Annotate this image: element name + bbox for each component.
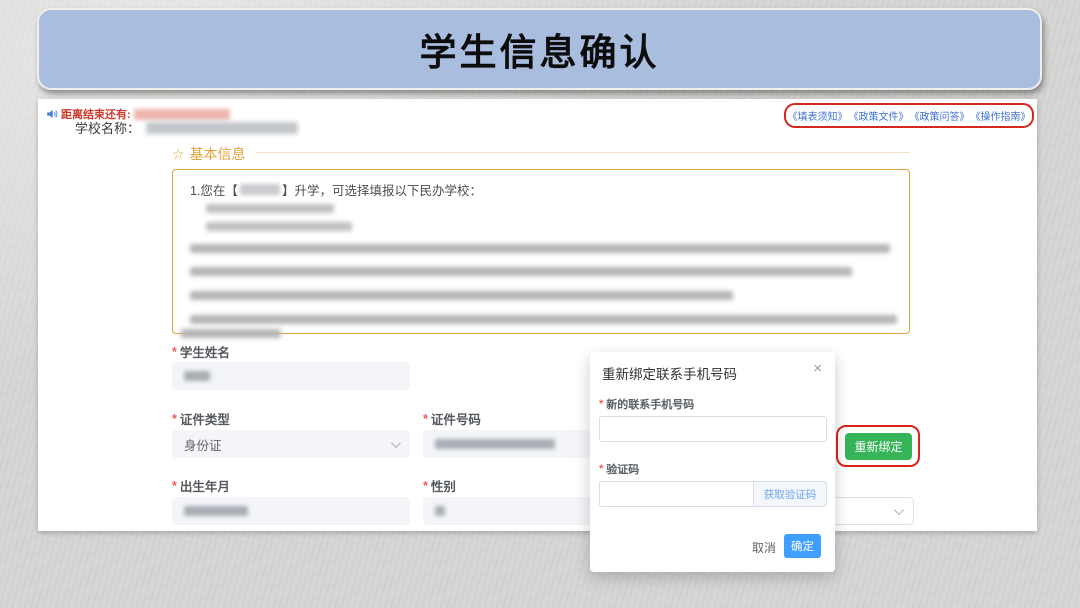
form-page: 距离结束还有: 学校名称： 《填表须知》 《政策文件》 《政策问答》 《操作指南… bbox=[38, 99, 1037, 531]
link-policy-documents[interactable]: 《政策文件》 bbox=[849, 108, 909, 123]
redacted-notice-line bbox=[206, 204, 334, 213]
captcha-input[interactable] bbox=[599, 481, 754, 507]
new-phone-label: * 新的联系手机号码 bbox=[599, 398, 695, 411]
redacted-gender bbox=[435, 506, 445, 516]
id-type-select[interactable]: 身份证 bbox=[172, 430, 410, 458]
get-captcha-button[interactable]: 获取验证码 bbox=[754, 481, 827, 507]
rebind-button[interactable]: 重新绑定 bbox=[845, 433, 912, 460]
captcha-label: * 验证码 bbox=[599, 463, 640, 476]
link-policy-qa[interactable]: 《政策问答》 bbox=[910, 108, 970, 123]
section-title-basic-info: ☆ 基本信息 bbox=[172, 144, 246, 164]
redacted-notice-line bbox=[190, 315, 897, 324]
required-asterisk: * bbox=[423, 411, 428, 426]
rebind-phone-modal: 重新绑定联系手机号码 × * 新的联系手机号码 * 验证码 获取验证码 取消 确… bbox=[590, 352, 835, 572]
confirm-button[interactable]: 确定 bbox=[784, 534, 821, 558]
speaker-icon bbox=[46, 108, 58, 120]
required-asterisk: * bbox=[172, 411, 177, 426]
student-name-label: * 学生姓名 bbox=[172, 344, 230, 361]
section-title-text: 基本信息 bbox=[189, 146, 246, 162]
required-asterisk: * bbox=[423, 478, 428, 493]
redacted-birth-date bbox=[184, 506, 248, 516]
id-number-label: * 证件号码 bbox=[423, 411, 481, 428]
star-icon: ☆ bbox=[172, 145, 185, 162]
birth-date-label: * 出生年月 bbox=[172, 478, 230, 495]
link-operation-guide[interactable]: 《操作指南》 bbox=[971, 108, 1031, 123]
student-name-input[interactable] bbox=[172, 362, 410, 390]
chevron-down-icon bbox=[893, 504, 904, 515]
required-asterisk: * bbox=[172, 344, 177, 359]
chevron-down-icon bbox=[390, 437, 401, 448]
new-phone-input[interactable] bbox=[599, 416, 827, 442]
gender-label: * 性别 bbox=[423, 478, 456, 495]
notice-line-1: 1.您在【 】升学，可选择填报以下民办学校： bbox=[190, 180, 482, 199]
notice-line1-suffix: 】升学，可选择填报以下民办学校： bbox=[281, 184, 482, 198]
redacted-notice-line bbox=[190, 291, 733, 300]
required-asterisk: * bbox=[172, 478, 177, 493]
redacted-notice-line bbox=[206, 222, 352, 231]
redacted-notice-line bbox=[190, 244, 890, 253]
link-fill-instructions[interactable]: 《填表须知》 bbox=[788, 108, 848, 123]
id-type-value: 身份证 bbox=[184, 438, 222, 453]
screenshot-root: 学生信息确认 距离结束还有: 学校名称： 《填表须知》 《政策文件》 《政策问答… bbox=[0, 0, 1080, 608]
notice-line1-prefix: 1.您在【 bbox=[190, 184, 238, 198]
required-asterisk: * bbox=[599, 463, 604, 475]
help-links-annotation-box: 《填表须知》 《政策文件》 《政策问答》 《操作指南》 bbox=[784, 103, 1034, 128]
birth-date-input[interactable] bbox=[172, 497, 410, 525]
close-icon[interactable]: × bbox=[813, 361, 822, 376]
redacted-id-number bbox=[435, 439, 555, 449]
required-asterisk: * bbox=[599, 398, 604, 410]
notice-box: 1.您在【 】升学，可选择填报以下民办学校： bbox=[172, 169, 910, 338]
modal-title: 重新绑定联系手机号码 bbox=[602, 367, 737, 382]
redacted-district-name bbox=[239, 184, 280, 195]
redacted-school-name bbox=[146, 121, 299, 134]
page-title: 学生信息确认 bbox=[419, 32, 660, 73]
page-title-banner: 学生信息确认 bbox=[37, 8, 1042, 90]
redacted-student-name bbox=[184, 371, 210, 381]
school-name-label: 学校名称： bbox=[75, 121, 141, 136]
school-name-row: 学校名称： bbox=[75, 118, 299, 137]
cancel-button[interactable]: 取消 bbox=[752, 539, 776, 556]
redacted-notice-line bbox=[181, 329, 281, 338]
section-divider bbox=[256, 152, 910, 153]
id-type-label: * 证件类型 bbox=[172, 411, 230, 428]
redacted-notice-line bbox=[190, 267, 852, 276]
